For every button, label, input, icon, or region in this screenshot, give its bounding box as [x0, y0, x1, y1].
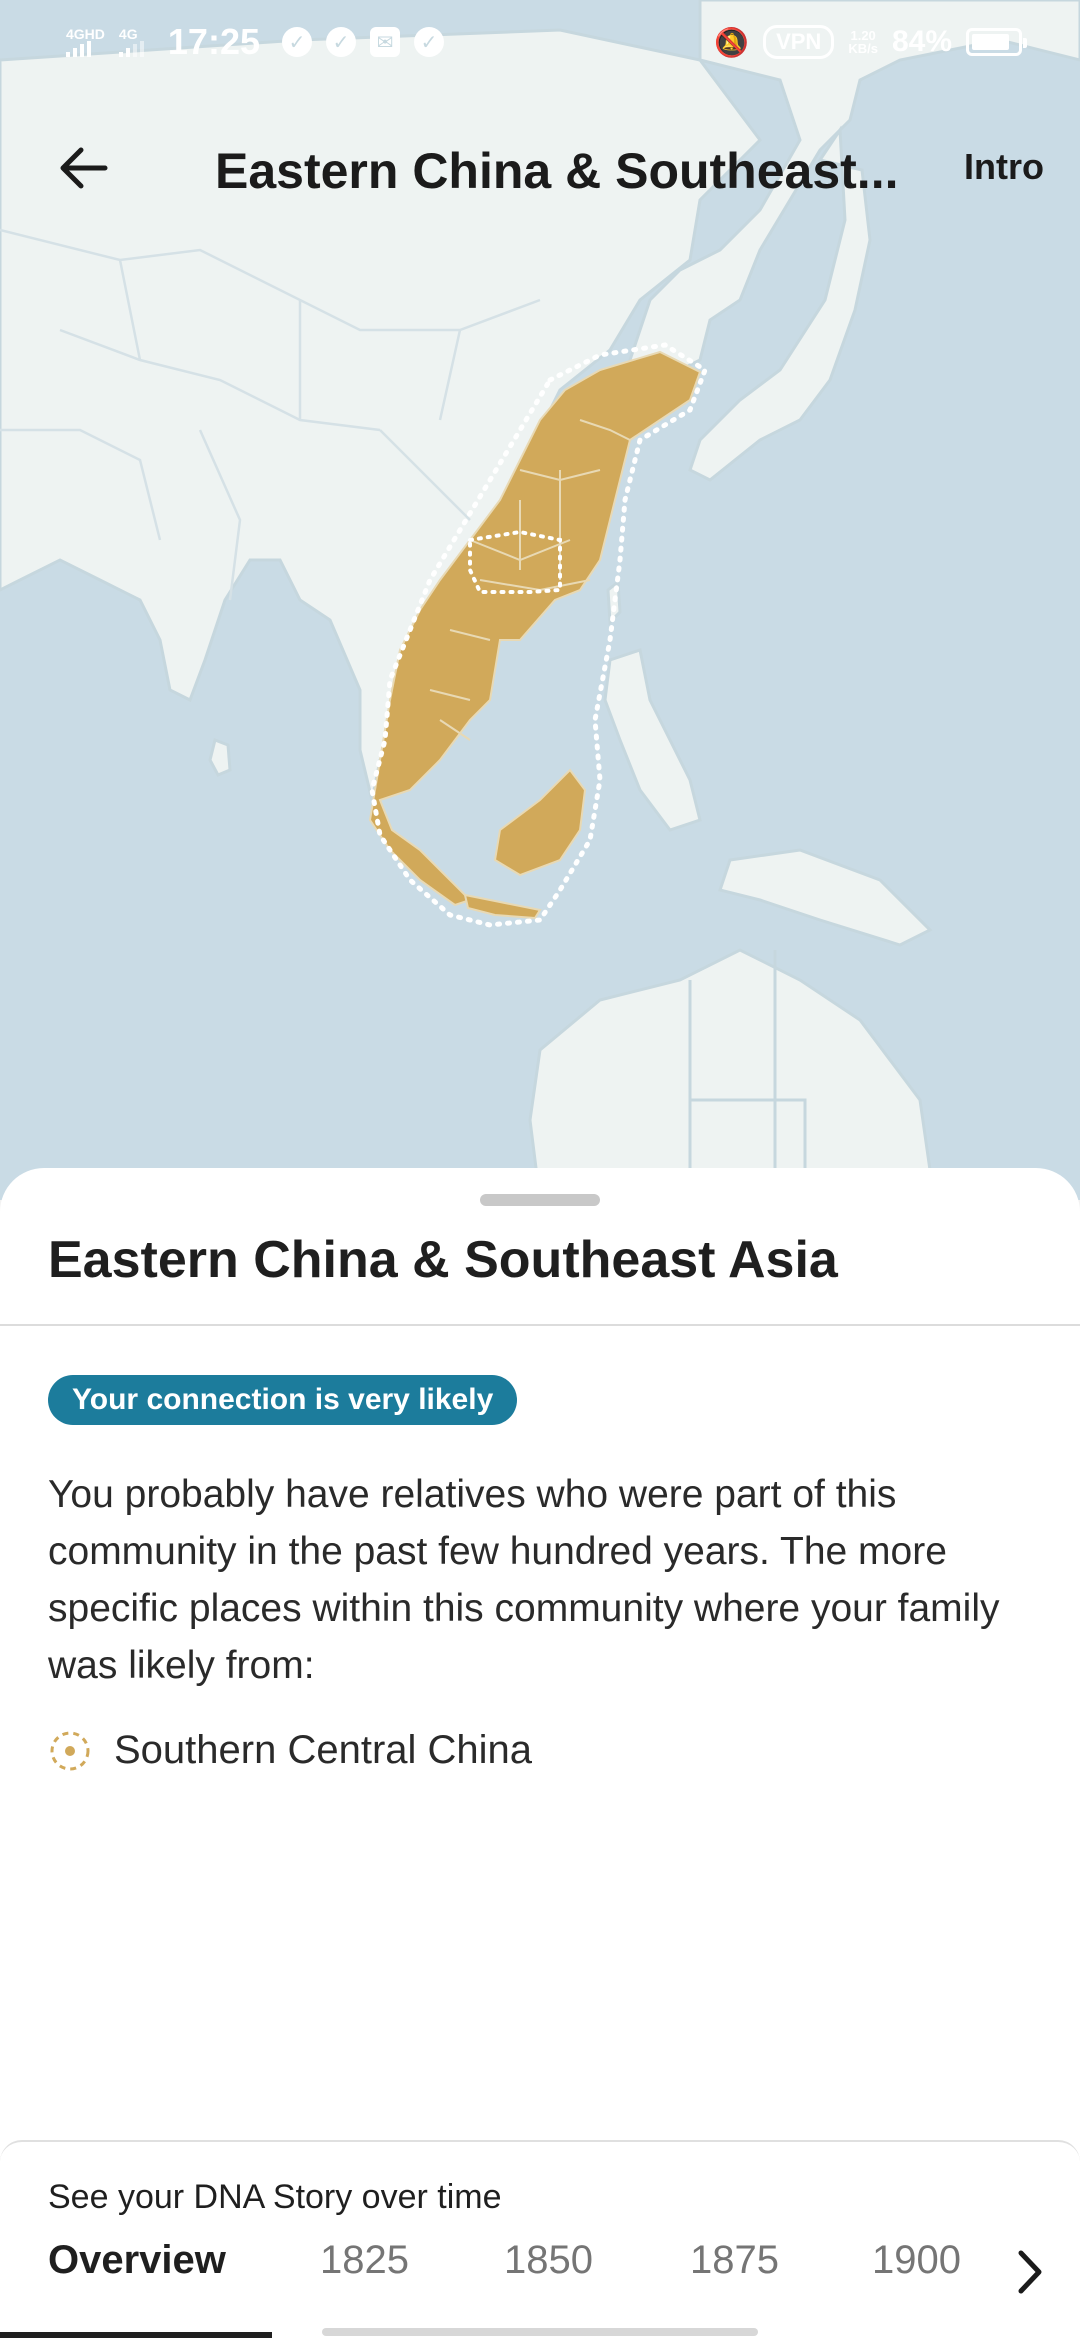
- back-button[interactable]: [50, 140, 116, 196]
- home-indicator[interactable]: [322, 2328, 758, 2336]
- bell-off-icon: 🔕: [714, 26, 750, 58]
- battery-percent: 84%: [891, 25, 952, 58]
- page-title: Eastern China & Southeast...: [215, 143, 899, 199]
- status-right: 🔕 VPN 1.20 KB/s 84%: [714, 25, 1027, 59]
- battery-icon: [966, 28, 1027, 56]
- signal-1: 4GHD: [66, 27, 105, 57]
- dna-story-timeline: See your DNA Story over time Overview 18…: [0, 2140, 1080, 2340]
- chevron-right-icon: [1018, 2250, 1042, 2294]
- tab-1875[interactable]: 1875: [690, 2238, 779, 2283]
- timeline-caption: See your DNA Story over time: [48, 2178, 502, 2216]
- screen: 4GHD 4G 17:25 ✓ ✓ ✉ ✓ 🔕 VPN 1.20 KB/s 84…: [0, 0, 1080, 2340]
- community-title: Eastern China & Southeast Asia: [48, 1231, 838, 1289]
- tab-1900[interactable]: 1900: [872, 2238, 961, 2283]
- sheet-drag-handle[interactable]: [480, 1194, 600, 1206]
- signal-2: 4G: [118, 26, 144, 57]
- list-item-place[interactable]: Southern Central China: [48, 1728, 532, 1773]
- speed-unit: KB/s: [848, 41, 878, 56]
- connection-badge: Your connection is very likely: [48, 1375, 518, 1425]
- divider: [0, 1324, 1080, 1326]
- network-2-label: 4G: [118, 26, 138, 42]
- vpn-badge: VPN: [763, 25, 835, 59]
- messenger-icon: ✓: [281, 27, 312, 57]
- place-label: Southern Central China: [114, 1728, 533, 1772]
- tab-1850[interactable]: 1850: [504, 2238, 593, 2283]
- location-marker-icon: [50, 1731, 90, 1770]
- messenger-icon: ✓: [325, 27, 356, 57]
- tab-1825[interactable]: 1825: [320, 2238, 409, 2283]
- active-tab-indicator: [0, 2332, 272, 2338]
- signal-bars-icon: [118, 41, 144, 57]
- app-bar: Eastern China & Southeast... Intro: [0, 118, 1080, 218]
- next-tab-button[interactable]: [1000, 2242, 1060, 2302]
- network-speed: 1.20 KB/s: [848, 29, 878, 55]
- status-bar: 4GHD 4G 17:25 ✓ ✓ ✉ ✓ 🔕 VPN 1.20 KB/s 84…: [0, 0, 1080, 84]
- mail-icon: ✉: [369, 27, 400, 57]
- arrow-left-icon: [60, 147, 108, 189]
- network-1-label: 4GHD: [66, 26, 105, 42]
- signal-bars-icon: [66, 41, 91, 57]
- tab-overview[interactable]: Overview: [48, 2238, 226, 2283]
- status-time: 17:25: [167, 21, 260, 62]
- intro-button[interactable]: Intro: [964, 146, 1044, 188]
- community-description: You probably have relatives who were par…: [48, 1473, 1000, 1687]
- check-icon: ✓: [413, 27, 444, 57]
- status-left: 4GHD 4G 17:25 ✓ ✓ ✉ ✓: [66, 21, 444, 63]
- timeline-tabs: Overview 1825 1850 1875 1900: [0, 2238, 1080, 2308]
